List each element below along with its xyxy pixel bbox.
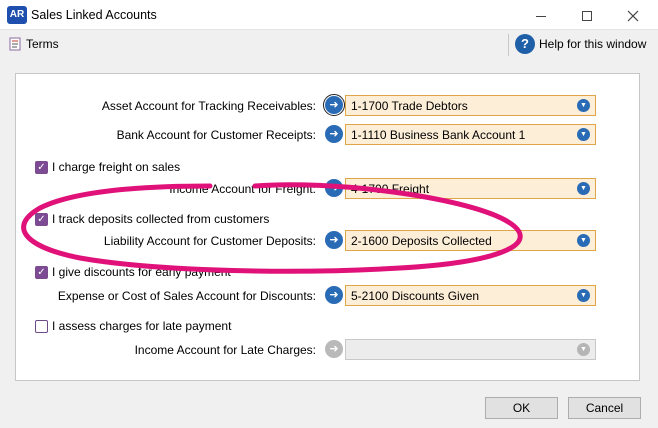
- bank-label: Bank Account for Customer Receipts:: [116, 128, 316, 142]
- toolbar: Terms ? Help for this window: [0, 30, 658, 60]
- ok-button[interactable]: OK: [485, 397, 558, 419]
- freight-zoom-button[interactable]: ➜: [325, 179, 343, 197]
- arrow-right-icon: ➜: [329, 289, 339, 301]
- maximize-button[interactable]: [564, 0, 610, 30]
- bank-account-value: 1-1110 Business Bank Account 1: [351, 128, 526, 142]
- title-bar: AR Sales Linked Accounts: [0, 0, 658, 30]
- terms-button[interactable]: Terms: [9, 37, 59, 51]
- close-icon: [627, 10, 639, 22]
- arrow-right-icon: ➜: [329, 99, 339, 111]
- dropdown-icon: ▼: [577, 343, 590, 356]
- deposits-checkbox[interactable]: ✓: [35, 212, 48, 226]
- arrow-right-icon: ➜: [329, 234, 339, 246]
- freight-label: Income Account for Freight:: [169, 182, 316, 196]
- discounts-checkbox-row[interactable]: ✓ I give discounts for early payment: [35, 265, 231, 279]
- discounts-account-combo[interactable]: 5-2100 Discounts Given ▼: [345, 285, 596, 306]
- deposits-account-value: 2-1600 Deposits Collected: [351, 234, 492, 248]
- freight-checkbox-row[interactable]: ✓ I charge freight on sales: [35, 160, 180, 174]
- help-label: Help for this window: [539, 37, 647, 51]
- late-charges-label: Income Account for Late Charges:: [134, 343, 316, 357]
- late-charges-zoom-button: ➜: [325, 340, 343, 358]
- app-icon: AR: [7, 6, 27, 24]
- minimize-button[interactable]: [518, 0, 564, 30]
- deposits-label: Liability Account for Customer Deposits:: [103, 234, 316, 248]
- discounts-label: Expense or Cost of Sales Account for Dis…: [57, 289, 316, 303]
- bank-account-combo[interactable]: 1-1110 Business Bank Account 1 ▼: [345, 124, 596, 145]
- deposits-checkbox-row[interactable]: ✓ I track deposits collected from custom…: [35, 212, 269, 226]
- dropdown-icon[interactable]: ▼: [577, 182, 590, 195]
- receivables-zoom-button[interactable]: ➜: [323, 94, 345, 116]
- help-icon: ?: [515, 34, 535, 54]
- terms-icon: [9, 37, 21, 51]
- deposits-account-combo[interactable]: 2-1600 Deposits Collected ▼: [345, 230, 596, 251]
- bank-zoom-button[interactable]: ➜: [325, 125, 343, 143]
- late-charges-checkbox-label: I assess charges for late payment: [52, 319, 232, 333]
- freight-account-combo[interactable]: 4-1700 Freight ▼: [345, 178, 596, 199]
- discounts-account-value: 5-2100 Discounts Given: [351, 289, 480, 303]
- dropdown-icon[interactable]: ▼: [577, 128, 590, 141]
- deposits-zoom-button[interactable]: ➜: [325, 231, 343, 249]
- dropdown-icon[interactable]: ▼: [577, 234, 590, 247]
- help-button[interactable]: ? Help for this window: [515, 34, 646, 54]
- linked-accounts-panel: [15, 73, 640, 381]
- freight-checkbox-label: I charge freight on sales: [52, 160, 181, 174]
- receivables-account-combo[interactable]: 1-1700 Trade Debtors ▼: [345, 95, 596, 116]
- late-charges-checkbox[interactable]: [35, 319, 48, 333]
- late-charges-account-combo: ▼: [345, 339, 596, 360]
- dropdown-icon[interactable]: ▼: [577, 289, 590, 302]
- minimize-icon: [536, 15, 546, 17]
- cancel-button[interactable]: Cancel: [568, 397, 641, 419]
- receivables-label: Asset Account for Tracking Receivables:: [101, 99, 316, 113]
- maximize-icon: [582, 11, 592, 22]
- receivables-account-value: 1-1700 Trade Debtors: [351, 99, 468, 113]
- dropdown-icon[interactable]: ▼: [577, 99, 590, 112]
- window-title: Sales Linked Accounts: [31, 8, 157, 22]
- arrow-right-icon: ➜: [329, 343, 339, 355]
- discounts-checkbox-label: I give discounts for early payment: [52, 265, 231, 279]
- arrow-right-icon: ➜: [329, 182, 339, 194]
- toolbar-separator: [508, 34, 509, 56]
- discounts-zoom-button[interactable]: ➜: [325, 286, 343, 304]
- late-charges-checkbox-row[interactable]: I assess charges for late payment: [35, 319, 231, 333]
- discounts-checkbox[interactable]: ✓: [35, 265, 48, 279]
- terms-label: Terms: [26, 37, 59, 51]
- close-button[interactable]: [610, 0, 656, 30]
- freight-account-value: 4-1700 Freight: [351, 182, 430, 196]
- deposits-checkbox-label: I track deposits collected from customer…: [52, 212, 270, 226]
- freight-checkbox[interactable]: ✓: [35, 160, 48, 174]
- arrow-right-icon: ➜: [329, 128, 339, 140]
